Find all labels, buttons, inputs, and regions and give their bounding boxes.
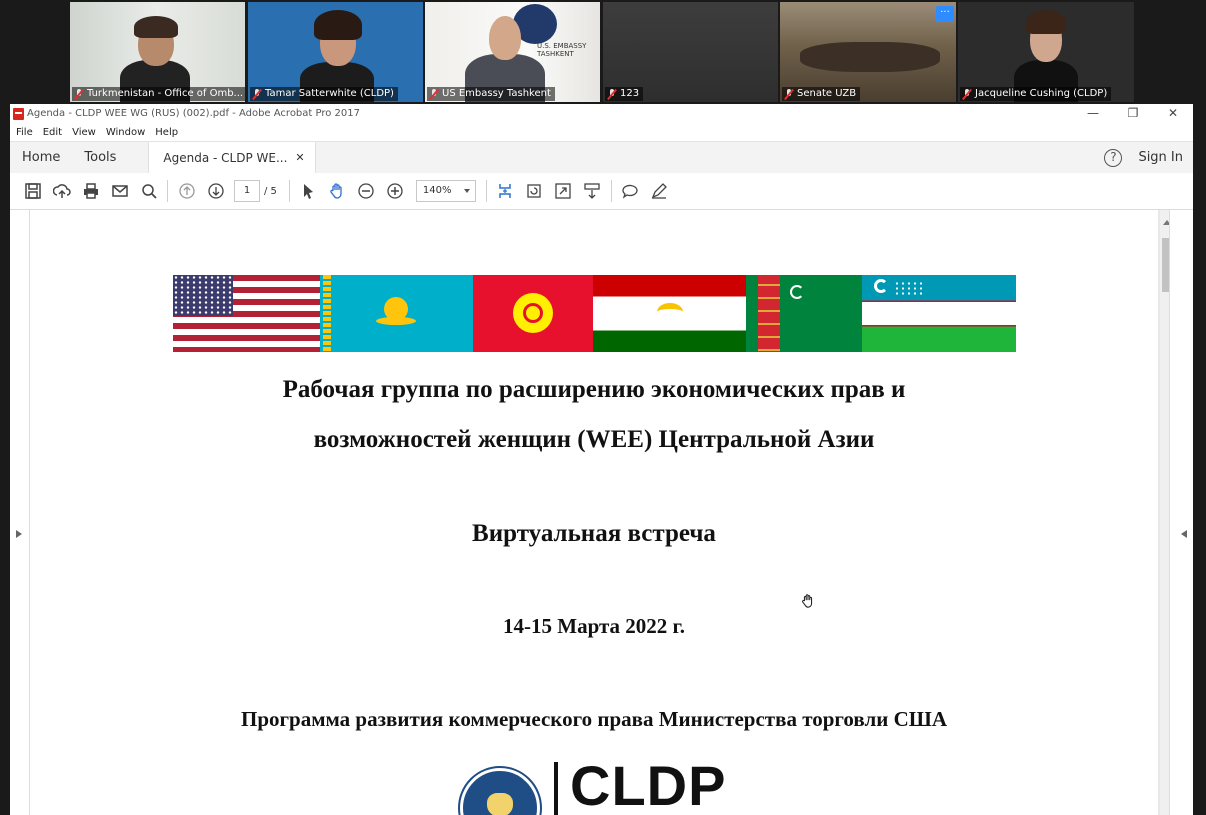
mic-muted-icon	[252, 88, 262, 100]
participant-tile-active-speaker[interactable]: Tamar Satterwhite (CLDP)	[248, 2, 423, 102]
tab-tools[interactable]: Tools	[72, 142, 128, 173]
participant-tile[interactable]: Jacqueline Cushing (CLDP)	[958, 2, 1134, 102]
menu-bar: File Edit View Window Help	[10, 123, 1193, 141]
page-up-icon[interactable]	[172, 179, 201, 203]
menu-help[interactable]: Help	[155, 127, 178, 138]
rotate-icon[interactable]	[520, 179, 549, 203]
fullscreen-icon[interactable]	[549, 179, 578, 203]
participant-name: Turkmenistan - Office of Omb...	[72, 87, 245, 101]
close-window-button[interactable]: ✕	[1153, 104, 1193, 123]
participant-name: Tamar Satterwhite (CLDP)	[250, 87, 398, 101]
department-of-commerce-seal-icon	[458, 766, 542, 815]
mic-muted-icon	[607, 88, 617, 100]
tajikistan-flag-icon	[593, 275, 746, 352]
print-icon[interactable]	[76, 179, 105, 203]
select-cursor-icon[interactable]	[294, 179, 323, 203]
menu-view[interactable]: View	[72, 127, 96, 138]
participant-name: US Embassy Tashkent	[427, 87, 555, 101]
expand-right-icon	[1177, 530, 1187, 538]
kyrgyzstan-flag-icon	[473, 275, 593, 352]
mic-muted-icon	[784, 88, 794, 100]
document-date: 14-15 Марта 2022 г.	[503, 614, 685, 638]
turkmenistan-flag-icon	[746, 275, 862, 352]
restore-button[interactable]: ❐	[1113, 104, 1153, 123]
comment-icon[interactable]	[616, 179, 645, 203]
left-pane-toggle[interactable]	[10, 210, 30, 815]
expand-left-icon	[16, 530, 26, 538]
mic-muted-icon	[74, 88, 84, 100]
pdf-page: Рабочая группа по расширению экономическ…	[30, 210, 1158, 815]
cldp-logo-text: CLDP	[570, 754, 727, 815]
window-titlebar: Agenda - CLDP WEE WG (RUS) (002).pdf - A…	[10, 104, 1193, 123]
usa-flag-icon	[173, 275, 320, 352]
page-number-input[interactable]: 1	[234, 180, 260, 202]
document-title-line-2: возможностей женщин (WEE) Центральной Аз…	[313, 426, 875, 453]
tab-document[interactable]: Agenda - CLDP WE... ✕	[148, 142, 316, 173]
document-tab-label: Agenda - CLDP WE...	[163, 150, 288, 165]
uzbekistan-flag-icon	[862, 275, 1016, 352]
embassy-sign: U.S. EMBASSY TASHKENT	[537, 42, 587, 58]
pdf-file-icon	[13, 107, 24, 120]
menu-file[interactable]: File	[16, 127, 33, 138]
zoom-in-icon[interactable]	[381, 179, 410, 203]
participant-tile[interactable]: Turkmenistan - Office of Omb...	[70, 2, 245, 102]
document-program: Программа развития коммерческого права М…	[240, 707, 947, 731]
toolbar-divider	[485, 180, 487, 202]
menu-edit[interactable]: Edit	[43, 127, 62, 138]
hand-cursor-icon	[800, 593, 816, 613]
acrobat-window: Agenda - CLDP WEE WG (RUS) (002).pdf - A…	[10, 104, 1193, 815]
pen-icon[interactable]	[645, 179, 674, 203]
zoom-level-select[interactable]: 140%	[415, 180, 476, 202]
email-icon[interactable]	[105, 179, 134, 203]
document-subtitle: Виртуальная встреча	[472, 520, 716, 547]
help-icon[interactable]: ?	[1104, 148, 1123, 167]
video-participant-strip: Turkmenistan - Office of Omb... Tamar Sa…	[0, 0, 1206, 104]
document-title-line-1: Рабочая группа по расширению экономическ…	[282, 376, 906, 403]
kazakhstan-flag-icon	[320, 275, 473, 352]
participant-tile[interactable]: U.S. EMBASSY TASHKENT US Embassy Tashken…	[425, 2, 600, 102]
toolbar-divider	[610, 180, 612, 202]
minimize-button[interactable]: —	[1073, 104, 1113, 123]
participant-name: 123	[605, 87, 644, 101]
fit-page-icon[interactable]	[491, 179, 520, 203]
zoom-out-icon[interactable]	[352, 179, 381, 203]
toolbar-divider	[288, 180, 290, 202]
mic-muted-icon	[962, 88, 972, 100]
menu-window[interactable]: Window	[106, 127, 145, 138]
sign-in-button[interactable]: Sign In	[1138, 150, 1183, 165]
page-down-icon[interactable]	[201, 179, 230, 203]
logo-divider	[554, 762, 558, 815]
mic-muted-icon	[429, 88, 439, 100]
participant-name: Jacqueline Cushing (CLDP)	[960, 87, 1112, 101]
close-tab-icon[interactable]: ✕	[295, 151, 304, 164]
tab-home[interactable]: Home	[10, 142, 72, 173]
upload-icon[interactable]	[47, 179, 76, 203]
more-options-button[interactable]: ···	[936, 6, 954, 22]
participant-tile[interactable]: 123	[603, 2, 778, 102]
tab-bar: Home Tools Agenda - CLDP WE... ✕ ? Sign …	[10, 141, 1193, 173]
save-icon[interactable]	[18, 179, 47, 203]
right-pane-toggle[interactable]	[1169, 210, 1193, 815]
document-viewport[interactable]: Рабочая группа по расширению экономическ…	[10, 210, 1193, 815]
country-flags-banner	[173, 275, 1016, 352]
toolbar: 1 / 5 140%	[10, 173, 1193, 210]
scroll-mode-icon[interactable]	[578, 179, 607, 203]
hand-tool-icon[interactable]	[323, 179, 352, 203]
search-icon[interactable]	[134, 179, 163, 203]
participant-name: Senate UZB	[782, 87, 861, 101]
participant-tile[interactable]: ··· Senate UZB	[780, 2, 956, 102]
window-title: Agenda - CLDP WEE WG (RUS) (002).pdf - A…	[27, 108, 360, 119]
cldp-logo: CLDP	[458, 754, 727, 815]
page-total: / 5	[264, 185, 277, 197]
toolbar-divider	[167, 180, 168, 202]
